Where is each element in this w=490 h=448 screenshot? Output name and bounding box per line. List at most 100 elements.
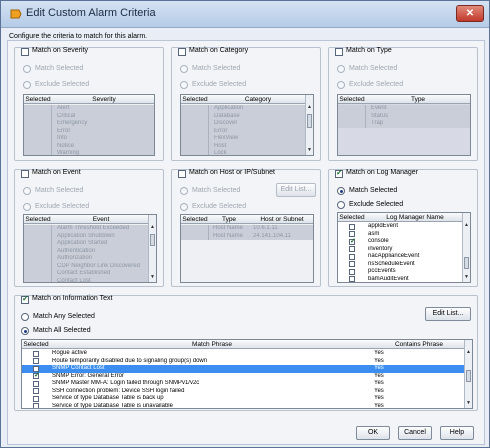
scroll-up-icon[interactable]: ▲ [465, 349, 472, 357]
table-row[interactable]: Lock [181, 150, 313, 155]
row-checkbox[interactable] [349, 246, 355, 252]
cancel-button[interactable]: Cancel [398, 426, 432, 440]
type-exclude-radio[interactable] [337, 81, 345, 89]
match-all-radio[interactable] [21, 327, 29, 335]
scroll-up-icon[interactable]: ▲ [149, 224, 156, 232]
table-row[interactable]: Authentication [24, 247, 156, 255]
row-checkbox[interactable] [33, 388, 39, 394]
category-checkbox[interactable] [178, 48, 186, 56]
host-edit-list-button[interactable]: Edit List... [276, 183, 316, 197]
table-row[interactable]: Alarm Threshold Exceeded [24, 225, 156, 233]
scroll-thumb[interactable] [307, 114, 312, 128]
table-row[interactable]: bamAuditEvent [338, 276, 470, 282]
scroll-down-icon[interactable]: ▼ [306, 147, 313, 155]
host-exclude-radio[interactable] [180, 203, 188, 211]
row-checkbox[interactable] [33, 350, 39, 357]
table-row[interactable]: SSH connection problem: Device SSH login… [22, 388, 472, 396]
table-row[interactable]: Error [24, 127, 154, 135]
infotext-checkbox[interactable] [21, 294, 29, 304]
table-row[interactable]: Event [338, 105, 470, 113]
logmanager-checkbox[interactable] [335, 168, 343, 178]
scroll-up-icon[interactable]: ▲ [306, 104, 313, 112]
table-row[interactable]: Authorization [24, 255, 156, 263]
scroll-down-icon[interactable]: ▼ [465, 400, 472, 408]
row-checkbox[interactable] [33, 395, 39, 402]
infotext-edit-list-button[interactable]: Edit List... [425, 307, 471, 321]
logmanager-table[interactable]: Selected Log Manager Name appldEventasmc… [337, 212, 471, 283]
table-row[interactable]: Application [181, 105, 313, 113]
row-checkbox[interactable] [33, 403, 39, 408]
type-table[interactable]: Selected Type Event Status Trap [337, 94, 471, 156]
row-checkbox[interactable] [349, 253, 355, 260]
logmanager-exclude-radio[interactable] [337, 201, 345, 209]
table-row[interactable]: inventory [338, 246, 470, 254]
infotext-table[interactable]: Selected Match Phrase Contains Phrase Ro… [21, 339, 473, 409]
title-bar[interactable]: Edit Custom Alarm Criteria ✕ [1, 1, 489, 28]
logmanager-scrollbar[interactable]: ▲ ▼ [462, 213, 470, 282]
table-row[interactable]: SNMP Master MM-A: Login failed through S… [22, 380, 472, 388]
type-checkbox[interactable] [335, 48, 343, 56]
table-row[interactable]: nacApplianceEvent [338, 253, 470, 261]
table-row[interactable]: Service of type Database Table is unavai… [22, 403, 472, 408]
table-row[interactable]: Notice [24, 142, 154, 150]
event-checkbox[interactable] [21, 170, 29, 178]
table-row[interactable]: console [338, 237, 470, 246]
table-row[interactable]: SNMP Contact Lost Yes [22, 365, 472, 373]
table-row[interactable]: appldEvent [338, 223, 470, 231]
table-row[interactable]: Discover [181, 120, 313, 128]
scroll-down-icon[interactable]: ▼ [463, 274, 470, 282]
severity-exclude-radio[interactable] [23, 81, 31, 89]
row-checkbox[interactable] [349, 268, 355, 275]
table-row[interactable]: Host Name 10.6.1.11 [181, 225, 313, 233]
table-row[interactable]: Trap [338, 120, 470, 128]
logmanager-match-radio[interactable] [337, 187, 345, 195]
table-row[interactable]: Service of type Database Table is back u… [22, 395, 472, 403]
severity-match-radio[interactable] [23, 65, 31, 73]
scroll-up-icon[interactable]: ▲ [463, 222, 470, 230]
table-row[interactable]: FlexView [181, 135, 313, 143]
category-match-radio[interactable] [180, 65, 188, 73]
row-checkbox[interactable] [349, 261, 355, 267]
table-row[interactable]: Host [181, 142, 313, 150]
scroll-thumb[interactable] [464, 257, 469, 269]
table-row[interactable]: pccEvents [338, 268, 470, 276]
row-checkbox[interactable] [33, 380, 39, 387]
table-row[interactable]: Critical [24, 112, 154, 120]
severity-table[interactable]: Selected Severity Alert Critical Emergency… [23, 94, 155, 156]
table-row[interactable]: Emergency [24, 120, 154, 128]
table-row[interactable]: Rogue active Yes [22, 350, 472, 358]
event-scrollbar[interactable]: ▲ ▼ [148, 215, 156, 282]
help-button[interactable]: Help [440, 426, 474, 440]
table-row[interactable]: Warning [24, 150, 154, 155]
table-row[interactable]: asm [338, 231, 470, 239]
host-match-radio[interactable] [180, 187, 188, 195]
event-table[interactable]: Selected Event Alarm Threshold Exceeded A… [23, 214, 157, 283]
row-checkbox[interactable] [33, 371, 40, 379]
row-checkbox[interactable] [349, 237, 356, 245]
scroll-thumb[interactable] [150, 234, 155, 246]
host-table[interactable]: Selected Type Host or Subnet Host Name 10… [180, 214, 314, 283]
category-scrollbar[interactable]: ▲ ▼ [305, 95, 313, 155]
table-row[interactable]: Status [338, 112, 470, 120]
table-row[interactable]: SNMP Error: General Error Yes [22, 371, 472, 381]
table-row[interactable]: Info [24, 135, 154, 143]
event-match-radio[interactable] [23, 187, 31, 195]
table-row[interactable]: CDP Neighbor Link Discovered [24, 262, 156, 270]
row-checkbox[interactable] [349, 276, 355, 282]
event-exclude-radio[interactable] [23, 203, 31, 211]
table-row[interactable]: Contact Lost [24, 277, 156, 282]
table-row[interactable]: Application Started [24, 240, 156, 248]
row-checkbox[interactable] [349, 223, 355, 230]
row-checkbox[interactable] [33, 358, 39, 364]
table-row[interactable]: Host Name 24.141.104.11 [181, 232, 313, 240]
match-any-radio[interactable] [21, 313, 29, 321]
table-row[interactable]: Application Shutdown [24, 232, 156, 240]
scroll-down-icon[interactable]: ▼ [149, 274, 156, 282]
type-match-radio[interactable] [337, 65, 345, 73]
table-row[interactable]: Route temporarily disabled due to signal… [22, 358, 472, 366]
table-row[interactable]: Alert [24, 105, 154, 113]
table-row[interactable]: Database [181, 112, 313, 120]
infotext-scrollbar[interactable]: ▲ ▼ [464, 340, 472, 408]
category-exclude-radio[interactable] [180, 81, 188, 89]
severity-checkbox[interactable] [21, 48, 29, 56]
